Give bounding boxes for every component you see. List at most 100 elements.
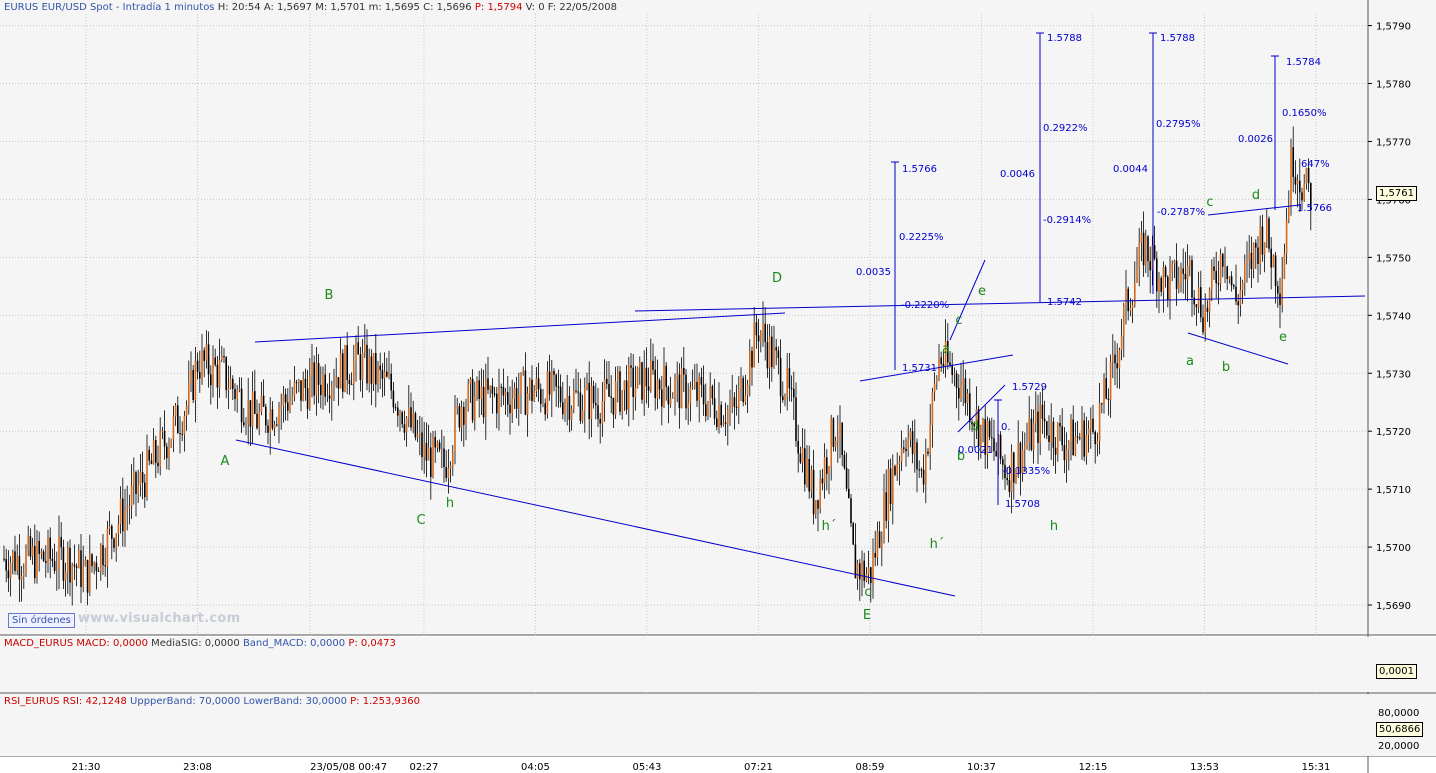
candle-body bbox=[951, 364, 953, 375]
candle-body bbox=[1043, 418, 1046, 422]
candle-body bbox=[1299, 180, 1301, 193]
candle-body bbox=[1200, 287, 1202, 318]
candle-body bbox=[562, 402, 564, 415]
candle-body bbox=[568, 395, 571, 420]
candle-body bbox=[449, 465, 452, 469]
candle-body bbox=[603, 378, 606, 402]
candle-body bbox=[251, 391, 254, 427]
candle-body bbox=[155, 440, 157, 463]
candle-body bbox=[452, 452, 454, 466]
candle-body bbox=[1125, 288, 1127, 307]
candle-body bbox=[1173, 260, 1176, 264]
measure-annotation: 1.5788 bbox=[1160, 33, 1195, 44]
rsi-lower: LowerBand: 30,0000 bbox=[243, 696, 347, 707]
y-tick-label: 1,5740 bbox=[1376, 311, 1411, 322]
candle-body bbox=[751, 350, 753, 368]
macd-current-value: 0,0001 bbox=[1376, 664, 1417, 679]
candle-body bbox=[777, 350, 780, 358]
candle-body bbox=[482, 386, 485, 418]
candle-body bbox=[1169, 270, 1171, 301]
candle-body bbox=[881, 541, 883, 548]
candle-body bbox=[1050, 421, 1052, 442]
measure-annotation: 1.5742 bbox=[1047, 297, 1082, 308]
candle-body bbox=[878, 531, 881, 548]
candle-body bbox=[346, 345, 348, 380]
candle-body bbox=[25, 550, 27, 574]
wave-label: a bbox=[1186, 354, 1194, 369]
candle-body bbox=[188, 382, 190, 406]
candle-body bbox=[601, 401, 604, 424]
measure-annotation: 0.1650% bbox=[1282, 108, 1327, 119]
measure-annotation: 0.0026 bbox=[1238, 134, 1273, 145]
candle-body bbox=[42, 551, 45, 561]
candle-body bbox=[159, 431, 161, 467]
candle-body bbox=[390, 373, 392, 391]
candle-body bbox=[361, 352, 364, 380]
wave-label: h´ bbox=[930, 537, 945, 552]
candle-body bbox=[1246, 260, 1248, 264]
candle-body bbox=[93, 562, 95, 567]
measure-annotation: 0.2795% bbox=[1156, 119, 1201, 130]
candle-body bbox=[1239, 290, 1242, 306]
rsi-axis-20: 20,0000 bbox=[1378, 741, 1420, 752]
candle-body bbox=[1103, 378, 1105, 405]
candle-body bbox=[1061, 426, 1063, 446]
candle-body bbox=[779, 357, 782, 397]
candle-body bbox=[100, 545, 102, 572]
candle-body bbox=[67, 547, 69, 572]
candle-body bbox=[324, 374, 326, 397]
x-tick-label: 23:08 bbox=[183, 762, 212, 773]
candle-body bbox=[1057, 423, 1059, 455]
orders-button[interactable]: Sin órdenes bbox=[8, 613, 75, 628]
candle-body bbox=[559, 386, 562, 403]
candle-body bbox=[111, 525, 113, 539]
candle-body bbox=[1228, 276, 1231, 280]
candle-body bbox=[535, 378, 538, 392]
candle-body bbox=[181, 433, 183, 435]
wave-label: C bbox=[416, 513, 425, 528]
candle-body bbox=[80, 550, 82, 587]
candle-body bbox=[771, 336, 773, 367]
candle-body bbox=[518, 394, 520, 409]
candle-body bbox=[861, 560, 863, 580]
candle-body bbox=[1296, 180, 1299, 185]
candle-body bbox=[1301, 192, 1303, 201]
candle-body bbox=[1294, 176, 1297, 185]
candle-body bbox=[852, 523, 854, 545]
candle-body bbox=[920, 469, 923, 471]
candle-body bbox=[78, 550, 80, 568]
candle-body bbox=[931, 392, 934, 425]
candle-body bbox=[740, 378, 742, 390]
candle-body bbox=[311, 362, 313, 376]
candle-body bbox=[168, 446, 170, 459]
candle-body bbox=[1002, 459, 1004, 465]
candle-body bbox=[1032, 422, 1035, 450]
candle-body bbox=[705, 404, 707, 417]
wave-label: h bbox=[446, 496, 454, 511]
candle-body bbox=[599, 418, 601, 424]
candle-body bbox=[531, 379, 533, 401]
candle-body bbox=[925, 451, 927, 485]
candle-body bbox=[355, 342, 357, 362]
candle-body bbox=[179, 433, 181, 435]
candle-body bbox=[775, 347, 777, 351]
measure-annotation: 1.5766 bbox=[902, 164, 937, 175]
candle-body bbox=[1290, 147, 1292, 207]
candle-body bbox=[144, 482, 146, 498]
candle-body bbox=[522, 370, 524, 373]
candle-body bbox=[551, 371, 553, 395]
candle-body bbox=[183, 416, 186, 435]
candle-body bbox=[854, 544, 857, 579]
candle-body bbox=[1175, 260, 1178, 290]
candle-body bbox=[234, 388, 236, 400]
candle-body bbox=[282, 394, 285, 406]
candle-body bbox=[478, 380, 480, 399]
candle-body bbox=[656, 380, 659, 399]
candle-body bbox=[210, 374, 212, 386]
candle-body bbox=[401, 412, 403, 425]
candle-body bbox=[463, 406, 465, 425]
candle-body bbox=[256, 413, 258, 429]
candle-body bbox=[207, 344, 210, 375]
candle-body bbox=[366, 344, 368, 384]
candle-body bbox=[647, 386, 650, 391]
